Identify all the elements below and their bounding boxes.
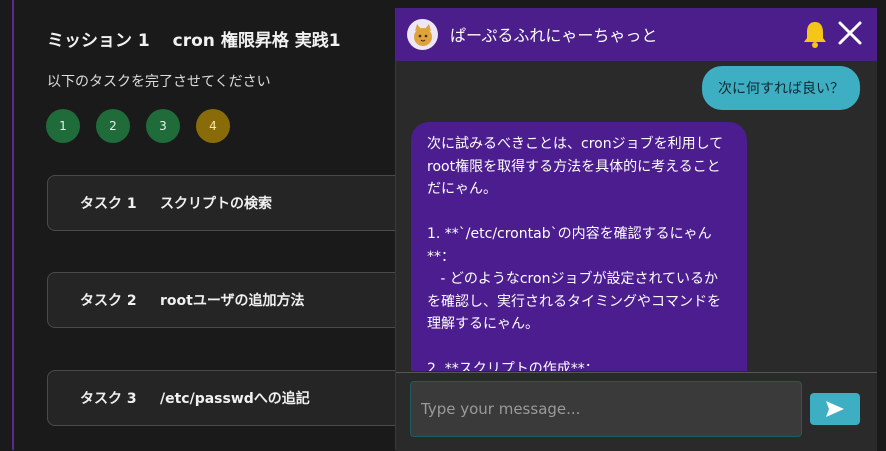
step-1[interactable]: 1 <box>46 109 80 143</box>
step-indicators: 1 2 3 4 <box>46 109 230 143</box>
task-label: rootユーザの追加方法 <box>160 293 305 309</box>
step-4[interactable]: 4 <box>196 109 230 143</box>
task-label: /etc/passwdへの追記 <box>160 391 310 407</box>
message-list[interactable]: 次に何すれば良い？ 次に試みるべきことは、cronジョブを利用してroot権限を… <box>396 62 877 371</box>
chat-panel: ぱーぷるふれにゃーちゃっと 次に何すれば良い？ 次に試みるべきことは、cronジ… <box>395 8 877 451</box>
send-button[interactable] <box>810 393 860 425</box>
chat-header: ぱーぷるふれにゃーちゃっと <box>396 8 877 61</box>
message-input[interactable] <box>410 381 802 437</box>
send-icon <box>826 401 844 417</box>
chat-title: ぱーぷるふれにゃーちゃっと <box>450 26 658 45</box>
step-2[interactable]: 2 <box>96 109 130 143</box>
task-number: タスク 2 <box>80 293 137 309</box>
task-number: タスク 3 <box>80 391 137 407</box>
left-accent-line <box>12 0 14 450</box>
close-icon[interactable] <box>837 20 863 50</box>
chat-input-bar <box>396 372 877 451</box>
bell-icon[interactable] <box>801 19 829 53</box>
bot-message-bubble: 次に試みるべきことは、cronジョブを利用してroot権限を取得する方法を具体的… <box>411 122 747 371</box>
task-label: スクリプトの検索 <box>160 196 272 212</box>
step-3[interactable]: 3 <box>146 109 180 143</box>
mission-title: ミッション 1 cron 権限昇格 実践1 <box>47 31 341 51</box>
user-message-bubble: 次に何すれば良い？ <box>702 66 860 110</box>
cat-avatar-icon <box>407 19 438 50</box>
mission-subtitle: 以下のタスクを完了させてください <box>47 74 271 90</box>
task-number: タスク 1 <box>80 196 137 212</box>
